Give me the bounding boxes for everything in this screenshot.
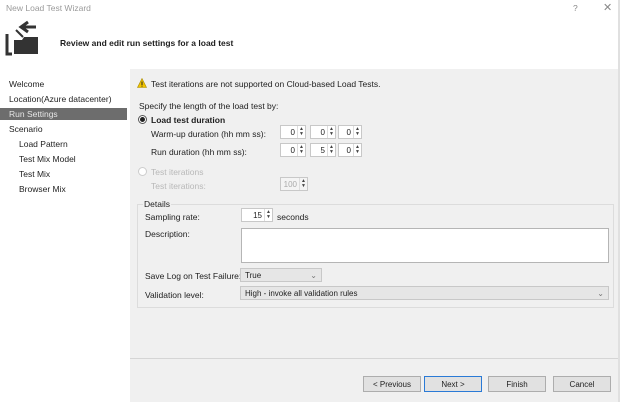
- nav-test-mix-model[interactable]: Test Mix Model: [19, 154, 76, 164]
- sampling-label: Sampling rate:: [145, 212, 200, 222]
- finish-button[interactable]: Finish: [488, 376, 546, 392]
- description-input[interactable]: [241, 228, 609, 263]
- validation-select[interactable]: High - invoke all validation rules ⌄: [240, 286, 609, 300]
- spinner-arrows-icon[interactable]: ▲ ▼: [297, 126, 305, 138]
- sampling-rate-value: 15: [253, 210, 262, 220]
- spinner-arrows-icon[interactable]: ▲ ▼: [353, 126, 361, 138]
- warmup-minutes[interactable]: 0 ▲ ▼: [310, 125, 336, 139]
- nav-load-pattern[interactable]: Load Pattern: [19, 139, 68, 149]
- iterations-spinner[interactable]: 100 ▲ ▼: [280, 177, 308, 191]
- validation-value: High - invoke all validation rules: [245, 288, 358, 298]
- run-seconds[interactable]: 0 ▲ ▼: [338, 143, 362, 157]
- nav-run-settings[interactable]: Run Settings: [0, 108, 127, 120]
- page-header: Review and edit run settings for a load …: [60, 38, 234, 48]
- iterations-value: 100: [283, 179, 297, 189]
- iterations-radio[interactable]: [138, 167, 147, 176]
- spinner-arrows-icon[interactable]: ▲ ▼: [264, 209, 272, 221]
- warning-icon: [137, 78, 147, 88]
- savelog-label: Save Log on Test Failure:: [145, 271, 242, 281]
- window-border: [618, 0, 620, 402]
- nav-browser-mix[interactable]: Browser Mix: [19, 184, 66, 194]
- warmup-hours[interactable]: 0 ▲ ▼: [280, 125, 306, 139]
- details-legend: Details: [143, 199, 171, 209]
- spinner-arrows-icon[interactable]: ▲ ▼: [353, 144, 361, 156]
- nav-run-settings-label: Run Settings: [9, 109, 58, 119]
- run-hours[interactable]: 0 ▲ ▼: [280, 143, 306, 157]
- sampling-unit: seconds: [277, 212, 309, 222]
- savelog-value: True: [245, 270, 262, 280]
- next-button[interactable]: Next >: [424, 376, 482, 392]
- run-label: Run duration (hh mm ss):: [151, 147, 247, 157]
- footer-divider: [130, 358, 618, 359]
- help-button[interactable]: ?: [573, 3, 578, 13]
- duration-radio[interactable]: [138, 115, 147, 124]
- duration-radio-label: Load test duration: [151, 115, 226, 125]
- chevron-down-icon: ⌄: [597, 288, 604, 298]
- savelog-select[interactable]: True ⌄: [240, 268, 322, 282]
- description-label: Description:: [145, 229, 190, 239]
- specify-label: Specify the length of the load test by:: [139, 101, 279, 111]
- iterations-radio-label: Test iterations: [151, 167, 204, 177]
- previous-button[interactable]: < Previous: [363, 376, 421, 392]
- nav-welcome[interactable]: Welcome: [9, 79, 44, 89]
- close-button[interactable]: ✕: [603, 1, 612, 14]
- wizard-icon: [5, 20, 38, 56]
- spinner-arrows-icon[interactable]: ▲ ▼: [299, 178, 307, 190]
- spinner-arrows-icon[interactable]: ▲ ▼: [327, 144, 335, 156]
- run-minutes[interactable]: 5 ▲ ▼: [310, 143, 336, 157]
- nav-location[interactable]: Location(Azure datacenter): [9, 94, 112, 104]
- nav-test-mix[interactable]: Test Mix: [19, 169, 50, 179]
- iterations-label: Test iterations:: [151, 181, 206, 191]
- spinner-arrows-icon[interactable]: ▲ ▼: [327, 126, 335, 138]
- warning-text: Test iterations are not supported on Clo…: [151, 79, 381, 89]
- sampling-rate-spinner[interactable]: 15 ▲ ▼: [241, 208, 273, 222]
- window-title: New Load Test Wizard: [6, 3, 91, 13]
- validation-label: Validation level:: [145, 290, 204, 300]
- warmup-seconds[interactable]: 0 ▲ ▼: [338, 125, 362, 139]
- cancel-button[interactable]: Cancel: [553, 376, 611, 392]
- spinner-arrows-icon[interactable]: ▲ ▼: [297, 144, 305, 156]
- warmup-label: Warm-up duration (hh mm ss):: [151, 129, 266, 139]
- nav-scenario[interactable]: Scenario: [9, 124, 43, 134]
- chevron-down-icon: ⌄: [310, 270, 317, 280]
